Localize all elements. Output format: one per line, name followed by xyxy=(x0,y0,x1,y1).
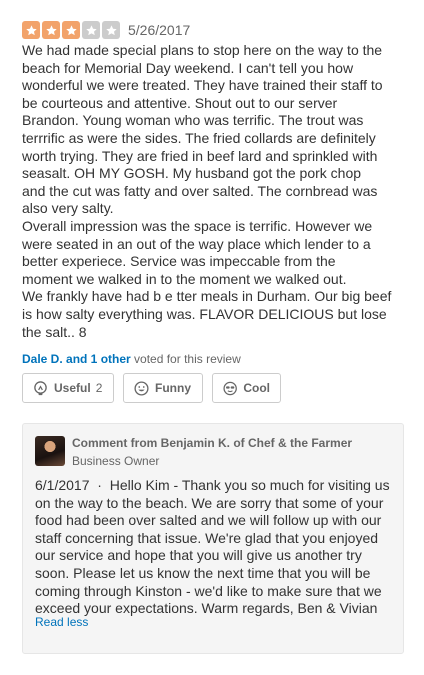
review-line: wonderful we were treated. They have tra… xyxy=(22,77,383,94)
vote-summary: Dale D. and 1 other voted for this revie… xyxy=(22,352,241,366)
useful-label: Useful xyxy=(54,381,91,395)
star-empty-icon xyxy=(102,21,120,39)
lightbulb-icon xyxy=(34,380,47,395)
cool-label: Cool xyxy=(243,381,270,395)
funny-label: Funny xyxy=(155,381,191,395)
useful-count: 2 xyxy=(95,381,103,395)
vote-summary-text: voted for this review xyxy=(130,352,241,366)
review-line: better experiece. Service was impeccable… xyxy=(22,253,336,270)
owner-comment-line: soon. Please let us know the next time t… xyxy=(35,564,371,581)
star-filled-icon xyxy=(22,21,40,39)
vote-buttons: Useful 2 Funny Cool xyxy=(22,373,281,403)
review-line: the salt.. 8 xyxy=(22,323,87,340)
review-line: be courteous and attentive. Shout out to… xyxy=(22,94,338,111)
review-line: We had made special plans to stop here o… xyxy=(22,42,383,58)
review-line: Brandon. Young woman who was terrific. T… xyxy=(22,112,364,129)
review-rating-row: 5/26/2017 xyxy=(22,20,190,40)
review-line: beach for Memorial Day weekend. I can't … xyxy=(22,59,354,76)
owner-role: Business Owner xyxy=(72,454,160,468)
review-line: moment we walked in to the moment we wal… xyxy=(22,270,347,287)
review-line: seasalt. OH MY GOSH. My husband got the … xyxy=(22,165,362,182)
cool-button[interactable]: Cool xyxy=(212,373,281,403)
useful-button[interactable]: Useful 2 xyxy=(22,373,114,403)
date-separator: · xyxy=(89,477,110,493)
owner-comment-line: staff concerning that issue. We're glad … xyxy=(35,529,379,546)
owner-comment-line: 6/1/2017 · Hello Kim - Thank you so much… xyxy=(35,477,399,495)
owner-comment-line: food had been over salted and we will fo… xyxy=(35,512,382,529)
smiley-icon xyxy=(134,380,149,396)
voters-link[interactable]: Dale D. and 1 other xyxy=(22,352,131,366)
review-text: We had made special plans to stop here o… xyxy=(22,42,410,341)
star-filled-icon xyxy=(62,21,80,39)
owner-comment-line: exceed your expectations. Warm regards, … xyxy=(35,600,378,617)
owner-comment-box: Comment from Benjamin K. of Chef & the F… xyxy=(22,423,404,654)
owner-comment-header: Comment from Benjamin K. of Chef & the F… xyxy=(72,436,353,450)
review-line: were seated in an out of the way place w… xyxy=(22,235,371,252)
read-less-link[interactable]: Read less xyxy=(35,615,88,629)
owner-comment-line: on the way to the beach. We are sorry th… xyxy=(35,494,384,511)
review-line: also very salty. xyxy=(22,200,114,217)
review-line: is how salty everything was. FLAVOR DELI… xyxy=(22,305,387,322)
review-line: and the cut was fatty and over salted. T… xyxy=(22,182,378,199)
star-rating xyxy=(22,21,120,39)
owner-avatar[interactable] xyxy=(35,436,65,466)
funny-button[interactable]: Funny xyxy=(123,373,203,403)
review-line: worth trying. They are fried in beef lar… xyxy=(22,147,378,164)
sunglasses-icon xyxy=(223,381,237,395)
owner-comment-line: our service and hope that you will give … xyxy=(35,547,362,564)
owner-comment-text: 6/1/2017 · Hello Kim - Thank you so much… xyxy=(35,477,399,618)
owner-comment-line-text: Hello Kim - Thank you so much for visiti… xyxy=(109,477,390,493)
owner-comment-date: 6/1/2017 xyxy=(35,477,90,493)
owner-comment-line: coming through Kinston - we'd like to ma… xyxy=(35,582,382,599)
review-line: We frankly have had b e tter meals in Du… xyxy=(22,288,392,305)
star-empty-icon xyxy=(82,21,100,39)
star-filled-icon xyxy=(42,21,60,39)
review-date: 5/26/2017 xyxy=(128,22,191,38)
review-line: terrrific as were the sides. The fried c… xyxy=(22,129,376,146)
review-line: Overall impression was the space is terr… xyxy=(22,217,373,234)
